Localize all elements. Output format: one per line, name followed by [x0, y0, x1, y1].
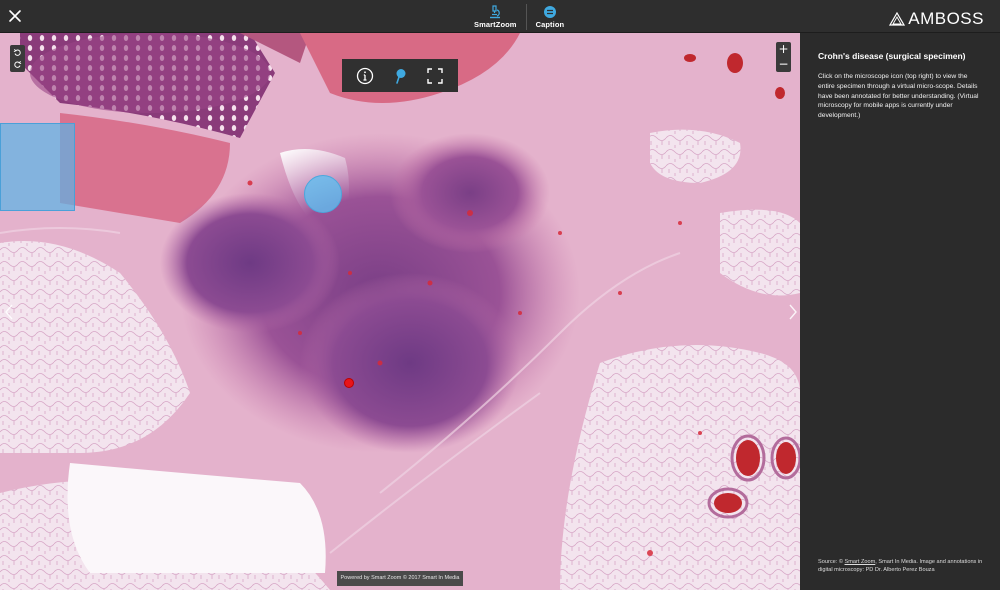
zoom-controls: + −: [776, 42, 791, 72]
zoom-in-button[interactable]: +: [777, 43, 790, 56]
previous-image-button[interactable]: [2, 298, 16, 326]
info-icon: [357, 67, 374, 84]
rotate-left-icon: [13, 48, 21, 56]
chevron-right-icon: [789, 304, 797, 320]
tissue-slide-image[interactable]: [0, 33, 800, 590]
microscope-viewer[interactable]: + − Powered by Smart Zoom © 2017 Smart I…: [0, 33, 800, 590]
annotation-pin-button[interactable]: [389, 65, 411, 87]
annotation-region-circle[interactable]: [304, 175, 342, 213]
rotate-right-icon: [14, 61, 22, 69]
rotate-left-button[interactable]: [11, 46, 24, 58]
brand-name: AMBOSS: [908, 9, 984, 28]
pin-icon: [396, 68, 406, 84]
annotation-marker-red[interactable]: [344, 378, 354, 388]
info-button[interactable]: [354, 65, 376, 87]
fullscreen-icon: [426, 67, 443, 84]
fullscreen-button[interactable]: [424, 65, 446, 87]
smart-zoom-link[interactable]: Smart Zoom: [845, 559, 876, 565]
next-image-button[interactable]: [786, 298, 800, 326]
amboss-triangle-icon: [889, 12, 906, 26]
caption-icon: [543, 6, 556, 18]
nav-divider: [525, 4, 527, 30]
zoom-out-button[interactable]: −: [777, 58, 790, 71]
specimen-description: Click on the microscope icon (top right)…: [818, 73, 979, 120]
viewer-toolbar: [342, 59, 458, 92]
smart-zoom-credit: Powered by Smart Zoom © 2017 Smart In Me…: [337, 571, 463, 586]
top-navigation: SmartZoom Caption: [466, 2, 572, 32]
caption-tab[interactable]: Caption: [528, 2, 573, 32]
close-button[interactable]: [4, 5, 26, 27]
caption-panel: Crohn's disease (surgical specimen) Clic…: [800, 33, 1000, 590]
image-source: Source: © Smart Zoom, Smart In Media. Im…: [818, 558, 986, 574]
rotate-right-button[interactable]: [11, 59, 24, 71]
specimen-title: Crohn's disease (surgical specimen): [818, 51, 966, 61]
chevron-left-icon: [5, 304, 13, 320]
top-bar: SmartZoom Caption AMBOSS: [0, 0, 1000, 33]
caption-label: Caption: [535, 20, 565, 29]
smartzoom-tab[interactable]: SmartZoom: [466, 2, 525, 32]
amboss-logo: AMBOSS: [889, 9, 984, 29]
close-icon: [9, 10, 21, 22]
annotation-region-rectangle[interactable]: [0, 123, 75, 211]
microscope-icon: [490, 5, 501, 19]
rotation-controls: [10, 45, 25, 72]
smartzoom-label: SmartZoom: [474, 20, 517, 29]
source-prefix: Source: ©: [818, 559, 845, 565]
